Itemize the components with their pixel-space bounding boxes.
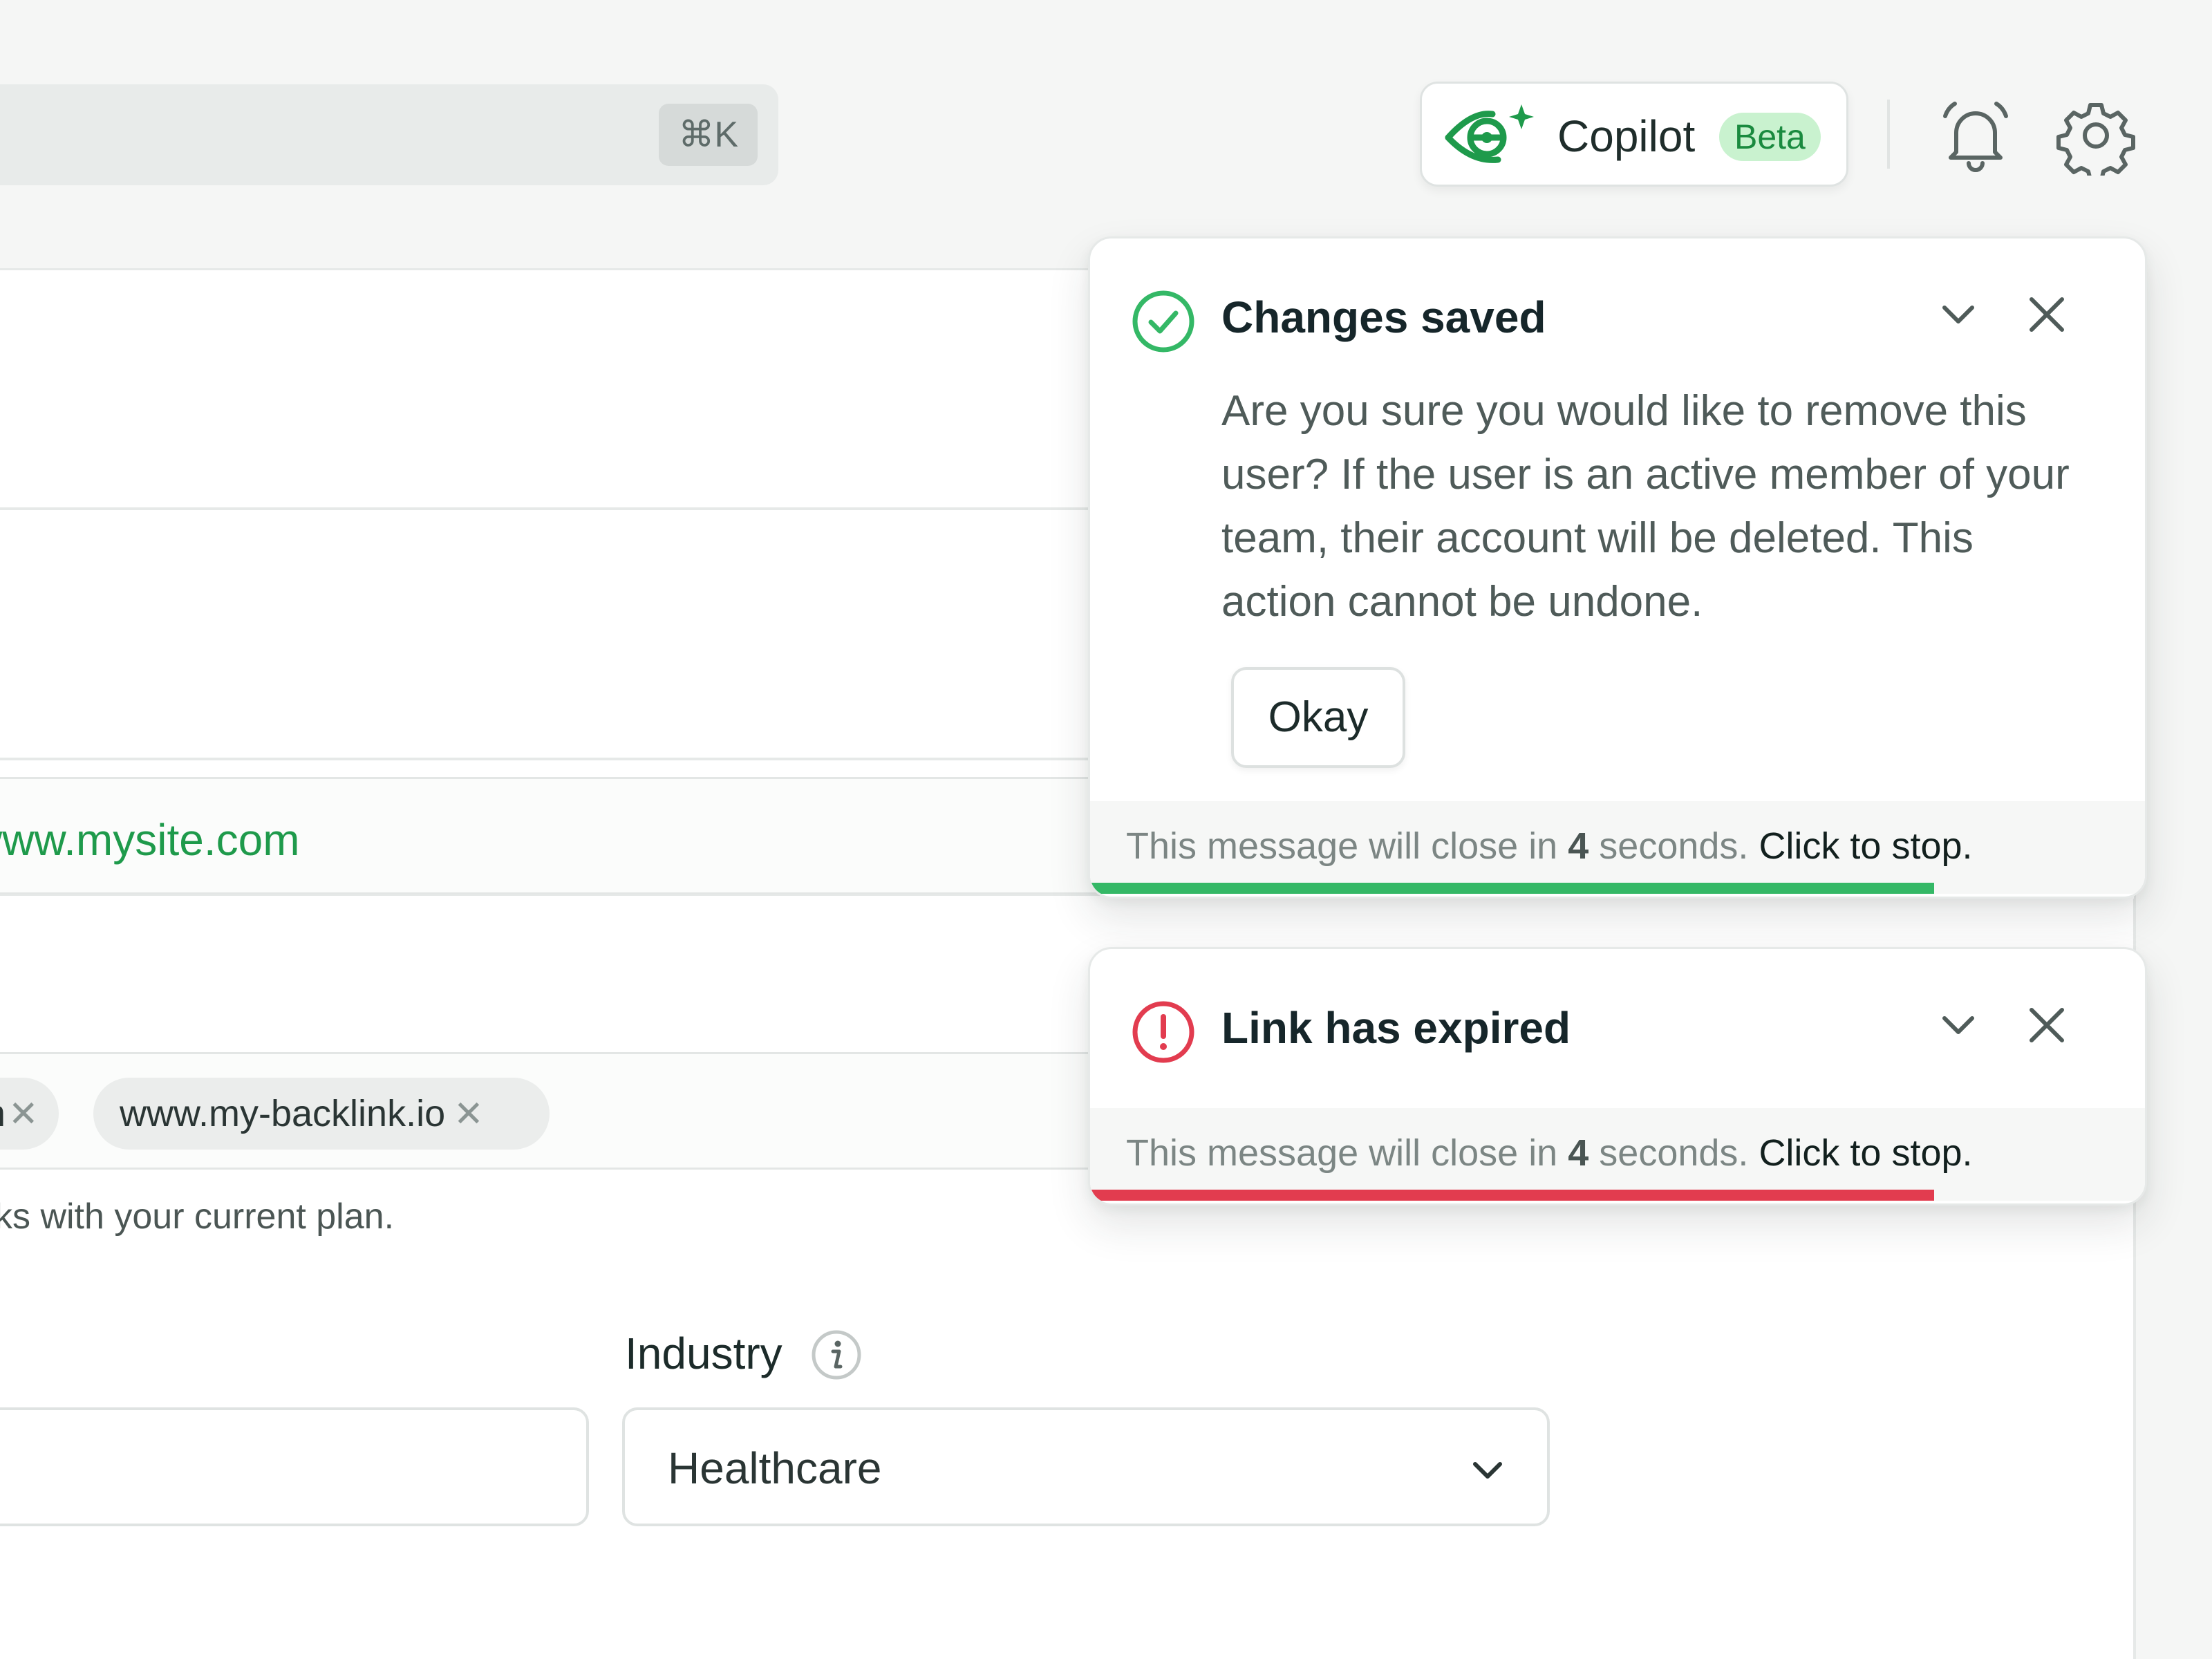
settings-button[interactable] (2056, 95, 2136, 182)
keyboard-shortcut-hint: ⌘K (659, 104, 758, 166)
chevron-down-icon (1473, 1462, 1502, 1479)
click-to-stop-link[interactable]: Click to stop. (1759, 1132, 1972, 1174)
chevron-down-icon[interactable] (1933, 1000, 1983, 1050)
website-url-field[interactable]: www.mysite.com (0, 777, 1141, 894)
industry-select[interactable]: Healthcare (622, 1407, 1550, 1526)
beta-badge: Beta (1719, 113, 1821, 161)
toast-title: Changes saved (1221, 292, 1546, 342)
toast-title: Link has expired (1221, 1003, 1571, 1053)
backlink-tag-label: m (0, 1093, 6, 1134)
gear-icon (2056, 103, 2135, 182)
click-to-stop-link[interactable]: Click to stop. (1759, 825, 1972, 867)
backlink-tag: m✕ (0, 1078, 59, 1150)
search-bar[interactable]: ⌘K (0, 84, 778, 185)
backlinks-input[interactable]: m✕ www.my-backlink.io✕ (0, 1052, 1141, 1170)
toast-success: Changes saved Are you sure you would lik… (1088, 236, 2147, 899)
toast-error: Link has expired This message will close… (1088, 947, 2147, 1206)
toast-countdown-text: This message will close in 4 seconds. Cl… (1126, 1132, 1973, 1174)
check-circle-icon (1132, 290, 1194, 353)
app-stage: ⌘K Copilot Beta www.mysite.com ✕ www.my-… (0, 0, 2212, 1659)
section-divider (0, 758, 1134, 760)
copilot-label: Copilot (1557, 111, 1696, 161)
backlinks-helper-text: ks with your current plan. (0, 1197, 395, 1237)
section-divider (0, 507, 1134, 510)
text-input[interactable] (0, 1407, 589, 1526)
backlink-tag-label: www.my-backlink.io (120, 1093, 446, 1134)
toast-message: Are you sure you would like to remove th… (1221, 387, 2070, 626)
copilot-button[interactable]: Copilot Beta (1420, 82, 1848, 187)
toast-progress-track (1090, 883, 2145, 894)
bell-icon (1943, 102, 2008, 172)
countdown-seconds: 4 (1568, 1132, 1589, 1174)
toolbar-divider (1887, 100, 1890, 169)
okay-button[interactable]: Okay (1231, 667, 1405, 768)
close-icon[interactable] (2022, 290, 2072, 339)
info-icon[interactable] (810, 1329, 863, 1381)
toast-progress-bar (1090, 883, 1934, 894)
industry-select-value: Healthcare (668, 1443, 882, 1493)
close-icon[interactable] (2022, 1000, 2072, 1050)
toast-footer: This message will close in 4 seconds. Cl… (1090, 801, 2145, 894)
countdown-seconds: 4 (1568, 825, 1589, 867)
toast-progress-bar (1090, 1190, 1934, 1201)
industry-label: Industry (625, 1329, 782, 1378)
notifications-button[interactable] (1936, 95, 2016, 176)
toast-footer: This message will close in 4 seconds. Cl… (1090, 1108, 2145, 1201)
backlink-tag: www.my-backlink.io ✕ (93, 1078, 550, 1150)
remove-tag-icon[interactable]: ✕ (453, 1094, 484, 1134)
alert-circle-icon (1132, 1001, 1194, 1063)
copilot-logo-icon (1445, 104, 1534, 163)
remove-tag-icon[interactable]: ✕ (8, 1094, 39, 1134)
toast-progress-track (1090, 1190, 2145, 1201)
toast-countdown-text: This message will close in 4 seconds. Cl… (1126, 825, 1973, 867)
website-url-value: www.mysite.com (0, 815, 300, 865)
chevron-down-icon[interactable] (1933, 290, 1983, 339)
